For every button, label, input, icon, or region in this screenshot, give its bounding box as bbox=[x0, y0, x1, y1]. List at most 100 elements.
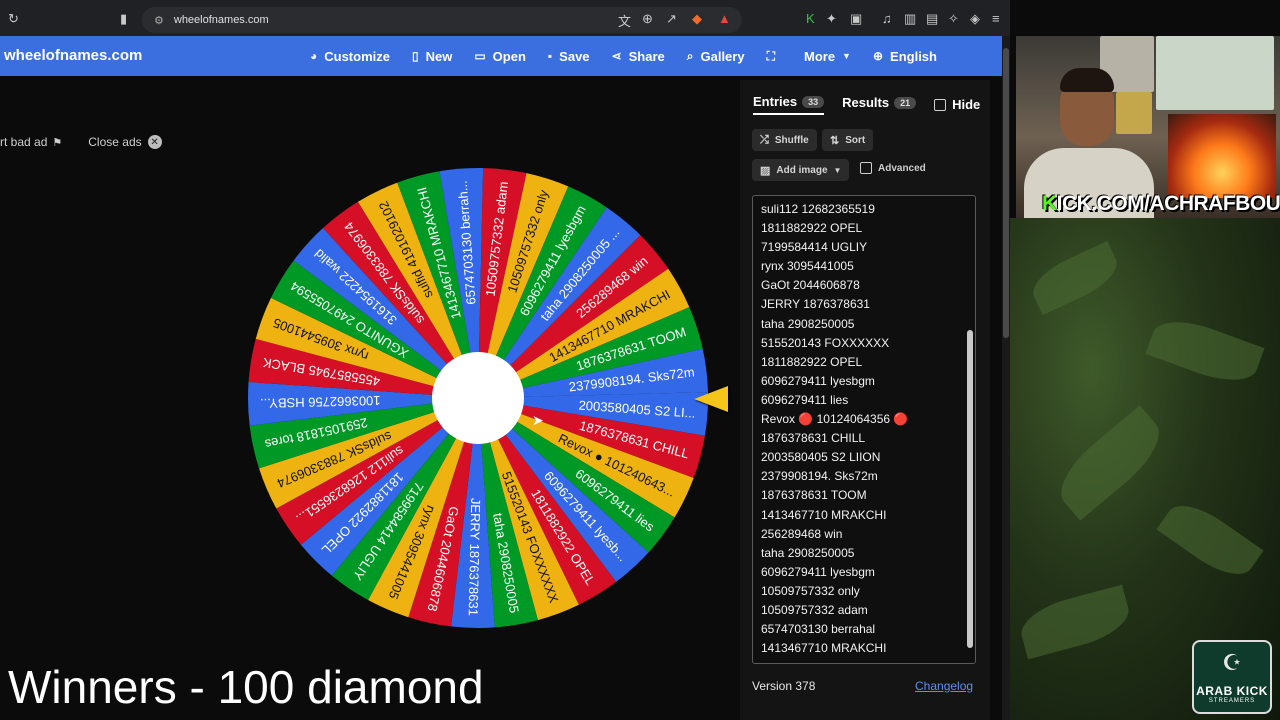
nav-new[interactable]: ▯ New bbox=[412, 49, 452, 64]
vpn-icon[interactable]: ◈ bbox=[970, 11, 980, 27]
bookmark-icon[interactable]: ▮ bbox=[120, 11, 127, 27]
ai-icon[interactable]: ✧ bbox=[948, 11, 959, 27]
site-name[interactable]: wheelofnames.com bbox=[4, 47, 142, 64]
entries-scrollbar-thumb[interactable] bbox=[967, 330, 973, 648]
flag-icon[interactable]: ⚑ bbox=[52, 136, 62, 149]
extension-k-icon[interactable]: K bbox=[806, 11, 815, 26]
entries-sidebar: Entries 33 Results 21 Hide ⤮ Shuffle ⇅ Sort … bbox=[740, 80, 990, 720]
page-scrollbar-thumb[interactable] bbox=[1003, 48, 1009, 338]
leaf-shape bbox=[1047, 405, 1173, 521]
nav-more-label: More bbox=[803, 48, 836, 64]
entry-line: 10509757332 adam bbox=[761, 602, 868, 617]
entry-line: 2379908194. Sks72m bbox=[761, 469, 878, 484]
fullscreen-button[interactable]: ⛶ bbox=[767, 49, 782, 64]
nav-customize[interactable]: ◕ Customize bbox=[310, 49, 390, 64]
kick-url-text: ICK.COM/ACHRAFBOU.6 bbox=[1056, 192, 1280, 215]
close-ads-link[interactable]: Close ads bbox=[88, 135, 141, 149]
nav-more[interactable]: More ▼ bbox=[804, 49, 851, 64]
nav-save-label: Save bbox=[559, 48, 590, 64]
leaf-shape bbox=[1015, 584, 1135, 660]
site-info-icon[interactable]: ⚙ bbox=[154, 14, 164, 27]
sort-label: Sort bbox=[845, 134, 866, 146]
chevron-down-icon: ▼ bbox=[833, 165, 842, 175]
person-hair bbox=[1060, 68, 1114, 92]
entry-line: 6096279411 lyesbgm bbox=[761, 373, 875, 388]
tab-entries[interactable]: Entries 33 bbox=[753, 94, 825, 115]
brave-shield-icon[interactable]: ◆ bbox=[692, 11, 702, 27]
extensions-icon[interactable]: ✦ bbox=[826, 11, 837, 27]
entry-line: 1413467710 MRAKCHI bbox=[761, 641, 887, 656]
logo-line1: ARAB KICK bbox=[1196, 684, 1268, 698]
entry-line: 10509757332 only bbox=[761, 583, 860, 598]
entries-list: suli112 12682365519 1811882922 OPEL 719958… bbox=[753, 196, 975, 658]
screenshot-icon[interactable]: ▣ bbox=[850, 11, 862, 27]
leaf-shape bbox=[1145, 310, 1265, 392]
save-icon: ▪ bbox=[547, 49, 553, 63]
entry-line: taha 2908250005 bbox=[761, 316, 855, 331]
logo-line2: STREAMERS bbox=[1208, 698, 1256, 704]
nav-open[interactable]: ▭ Open bbox=[474, 49, 526, 64]
arab-kick-logo: ☪ ARAB KICK STREAMERS bbox=[1192, 640, 1272, 714]
report-ad-link[interactable]: rt bad ad bbox=[0, 135, 47, 149]
ad-controls: rt bad ad ⚑ Close ads ✕ bbox=[0, 135, 162, 149]
changelog-link[interactable]: Changelog bbox=[915, 679, 973, 693]
entry-line: 6096279411 lyesbgm bbox=[761, 564, 875, 579]
entry-line: 6574703130 berrahal bbox=[761, 622, 876, 637]
screen: ↻ ▮ ⚙ wheelofnames.com 文 ⊕ ↗ ◆ ▲ K ✦ ▣ ♫… bbox=[0, 0, 1280, 720]
entry-line: suli112 12682365519 bbox=[761, 202, 875, 216]
entry-line: 515520143 FOXXXXXX bbox=[761, 335, 890, 350]
advanced-toggle[interactable]: Advanced bbox=[860, 162, 926, 174]
nav-new-label: New bbox=[425, 48, 453, 64]
entry-line: 1876378631 CHILL bbox=[761, 431, 866, 446]
rewards-icon[interactable]: ▲ bbox=[718, 11, 731, 26]
advanced-checkbox[interactable] bbox=[860, 162, 872, 174]
entry-line: 6096279411 lies bbox=[761, 392, 849, 407]
entry-line: 1811882922 OPEL bbox=[761, 354, 863, 369]
media-icon[interactable]: ♫ bbox=[882, 11, 892, 26]
share-icon: ⋖ bbox=[611, 49, 622, 63]
nav-gallery[interactable]: ⌕ Gallery bbox=[687, 49, 745, 64]
share-page-icon[interactable]: ↗ bbox=[666, 11, 677, 27]
translate-icon[interactable]: 文 bbox=[618, 11, 631, 30]
add-image-label: Add image bbox=[776, 164, 828, 176]
entry-line: JERRY 1876378631 bbox=[761, 297, 870, 312]
sidebar-tabs: Entries 33 Results 21 Hide bbox=[753, 94, 980, 115]
entry-line: 7199584414 UGLIY bbox=[761, 240, 868, 255]
nav-menu: ◕ Customize ▯ New ▭ Open ▪ Save ⋖ Share ⌕ Gall… bbox=[310, 36, 959, 76]
entries-count-badge: 33 bbox=[802, 95, 825, 108]
tab-results-label: Results bbox=[842, 95, 890, 110]
hide-toggle[interactable]: Hide bbox=[934, 97, 980, 112]
add-image-button[interactable]: ▨ Add image ▼ bbox=[752, 159, 850, 181]
hide-checkbox[interactable] bbox=[934, 98, 947, 111]
zoom-icon[interactable]: ⊕ bbox=[642, 11, 653, 27]
nav-share-label: Share bbox=[628, 48, 665, 64]
sidebar-toggle-icon[interactable]: ▥ bbox=[904, 11, 916, 27]
fireplace-image bbox=[1168, 114, 1276, 198]
shuffle-button[interactable]: ⤮ Shuffle bbox=[752, 129, 817, 151]
poster-image bbox=[1116, 92, 1152, 134]
reload-icon[interactable]: ↻ bbox=[8, 11, 19, 27]
browser-toolbar: ↻ ▮ ⚙ wheelofnames.com 文 ⊕ ↗ ◆ ▲ K ✦ ▣ ♫… bbox=[0, 0, 1010, 38]
page-scrollbar[interactable] bbox=[1002, 36, 1010, 720]
nav-language[interactable]: ⊕ English bbox=[873, 49, 937, 64]
url-text: wheelofnames.com bbox=[173, 14, 269, 26]
fullscreen-icon: ⛶ bbox=[766, 48, 775, 63]
entries-scrollbar[interactable] bbox=[966, 198, 974, 661]
close-icon[interactable]: ✕ bbox=[147, 135, 162, 149]
nav-open-label: Open bbox=[492, 48, 526, 64]
menu-icon[interactable]: ≡ bbox=[992, 11, 1000, 26]
palette-icon: ◕ bbox=[310, 49, 318, 63]
wheel-center[interactable] bbox=[432, 352, 524, 444]
nav-share[interactable]: ⋖ Share bbox=[612, 49, 665, 64]
tab-results[interactable]: Results 21 bbox=[842, 95, 917, 114]
entry-line: 1413467710 MRAKCHI bbox=[761, 507, 887, 522]
entries-textarea[interactable]: suli112 12682365519 1811882922 OPEL 719958… bbox=[752, 195, 976, 664]
nav-gallery-label: Gallery bbox=[700, 48, 745, 64]
entry-line: 2003580405 S2 LIION bbox=[761, 450, 881, 465]
nav-save[interactable]: ▪ Save bbox=[548, 49, 590, 64]
wallet-icon[interactable]: ▤ bbox=[926, 11, 938, 27]
wheel-pointer bbox=[694, 386, 728, 412]
wheel[interactable]: 2003580405 S2 LI...1876378631 CHILLRevox… bbox=[246, 166, 710, 630]
sort-button[interactable]: ⇅ Sort bbox=[822, 129, 874, 151]
nav-language-label: English bbox=[890, 48, 937, 64]
